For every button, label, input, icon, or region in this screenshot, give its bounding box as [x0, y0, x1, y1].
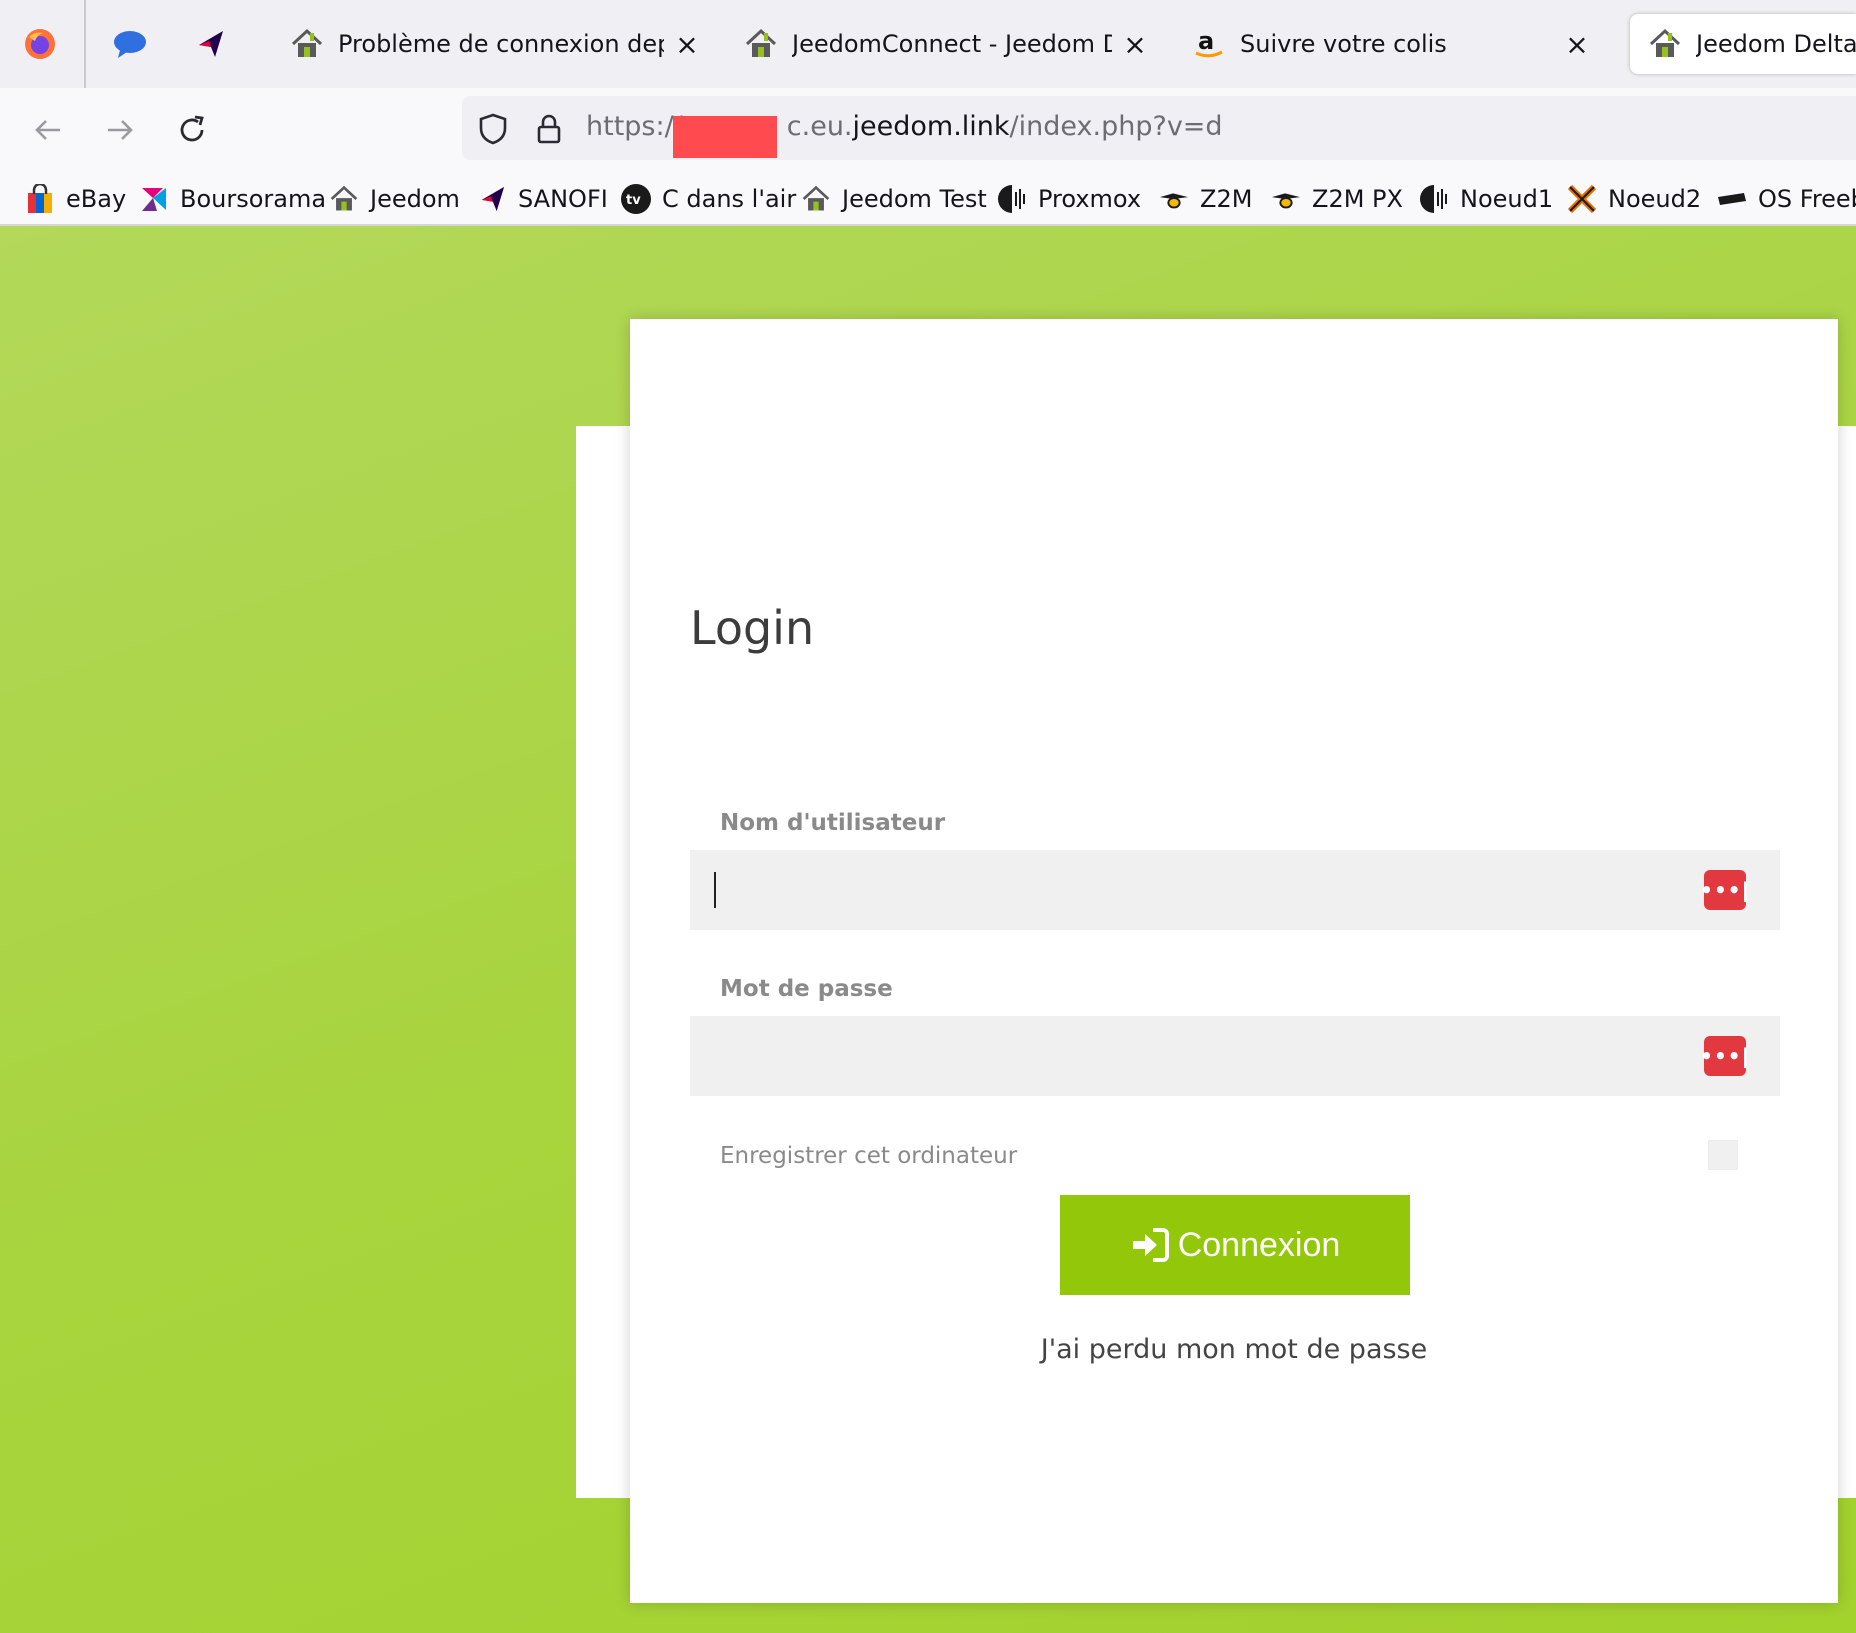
shopping-bag-icon — [24, 183, 56, 215]
password-manager-icon[interactable]: •••| — [1700, 1036, 1749, 1076]
bookmarks-toolbar: eBay Boursorama Jeedom SANOFI tv C dans … — [0, 172, 1856, 226]
jeedom-house-icon — [800, 183, 832, 215]
router-icon — [1716, 183, 1748, 215]
jeedom-house-icon — [745, 28, 777, 57]
amazon-logo-icon: a — [1195, 27, 1223, 58]
remember-computer-label: Enregistrer cet ordinateur — [720, 1143, 1018, 1169]
tv-logo-icon: tv — [620, 183, 652, 215]
password-label: Mot de passe — [720, 976, 893, 1002]
lock-icon[interactable] — [532, 112, 566, 146]
close-icon[interactable]: × — [1562, 28, 1592, 61]
tab-jeedomconnect[interactable]: JeedomConnect - Jeedom Delta × — [744, 14, 1150, 74]
bookmark-boursorama[interactable]: Boursorama — [138, 180, 326, 218]
login-card: Login Nom d'utilisateur •••| Mot de pass… — [630, 319, 1838, 1603]
chat-bubble-icon — [114, 31, 146, 58]
url-bar[interactable]: https://c.eu.jeedom.link/index.php?v=d — [462, 96, 1856, 160]
server-icon — [996, 183, 1028, 215]
text-caret — [714, 872, 716, 908]
bookmark-z2m-px[interactable]: Z2M PX — [1270, 180, 1403, 218]
close-icon[interactable]: × — [672, 28, 702, 61]
username-input[interactable]: •••| — [690, 850, 1780, 930]
back-button[interactable] — [28, 110, 68, 150]
sanofi-logo-icon — [476, 183, 508, 215]
redaction-box — [673, 116, 777, 158]
bookmark-jeedom-test[interactable]: Jeedom Test — [800, 180, 987, 218]
sign-in-icon — [1130, 1225, 1170, 1265]
jeedom-house-icon — [1649, 28, 1681, 57]
page-content: Login Nom d'utilisateur •••| Mot de pass… — [0, 226, 1856, 1633]
pinned-tab-messages[interactable] — [108, 22, 152, 66]
password-manager-icon[interactable]: •••| — [1700, 870, 1749, 910]
bookmark-noeud2[interactable]: Noeud2 — [1566, 180, 1701, 218]
arrow-left-icon — [35, 120, 60, 140]
arrow-right-icon — [108, 120, 133, 140]
forward-button[interactable] — [100, 110, 140, 150]
boursorama-logo-icon — [138, 183, 170, 215]
bookmark-z2m[interactable]: Z2M — [1158, 180, 1252, 218]
bookmark-jeedom[interactable]: Jeedom — [328, 180, 460, 218]
reload-icon — [180, 115, 204, 142]
svg-text:tv: tv — [626, 193, 641, 208]
login-button[interactable]: Connexion — [1060, 1195, 1410, 1295]
lost-password-link[interactable]: J'ai perdu mon mot de passe — [630, 1334, 1838, 1365]
tab-separator — [84, 0, 86, 88]
remember-computer-checkbox[interactable] — [1708, 1140, 1738, 1170]
proxmox-x-icon — [1566, 183, 1598, 215]
reload-button[interactable] — [172, 110, 212, 150]
pinned-tab-sanofi[interactable] — [188, 22, 232, 66]
navigation-toolbar: https://c.eu.jeedom.link/index.php?v=d — [0, 88, 1856, 172]
bookmark-proxmox[interactable]: Proxmox — [996, 180, 1141, 218]
tab-suivre-colis[interactable]: a Suivre votre colis × — [1192, 14, 1592, 74]
firefox-logo-icon[interactable] — [18, 22, 62, 66]
tracking-shield-icon[interactable] — [476, 112, 510, 146]
jeedom-house-icon — [291, 28, 323, 57]
sanofi-logo-icon — [199, 31, 223, 57]
svg-text:a: a — [1198, 27, 1214, 55]
bookmark-c-dans-l-air[interactable]: tv C dans l'air — [620, 180, 796, 218]
server-icon — [1418, 183, 1450, 215]
tab-probleme-connexion[interactable]: Problème de connexion depuis × — [290, 14, 702, 74]
zigbee-bee-icon — [1270, 183, 1302, 215]
bookmark-ebay[interactable]: eBay — [24, 180, 126, 218]
page-title: Login — [690, 601, 815, 655]
jeedom-house-icon — [328, 183, 360, 215]
bookmark-os-freebox[interactable]: OS Freeb — [1716, 180, 1856, 218]
zigbee-bee-icon — [1158, 183, 1190, 215]
tab-strip: Problème de connexion depuis × JeedomCon… — [0, 0, 1856, 88]
bookmark-sanofi[interactable]: SANOFI — [476, 180, 608, 218]
close-icon[interactable]: × — [1120, 28, 1150, 61]
password-input[interactable]: •••| — [690, 1016, 1780, 1096]
bookmark-noeud1[interactable]: Noeud1 — [1418, 180, 1553, 218]
tab-jeedom-delta-active[interactable]: Jeedom Delta - — [1630, 14, 1856, 74]
username-label: Nom d'utilisateur — [720, 810, 946, 836]
